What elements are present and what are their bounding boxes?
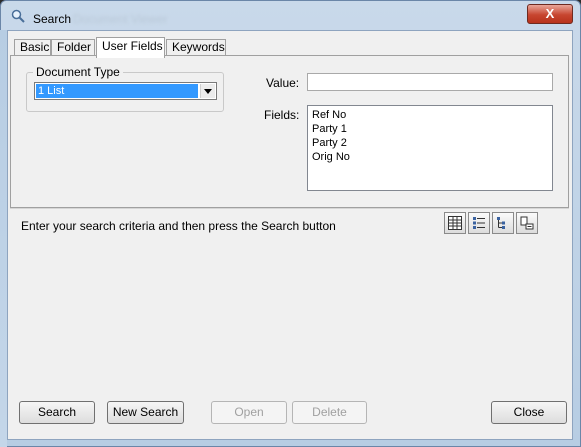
tree-view-button[interactable] [492,212,514,234]
details-view-button[interactable] [444,212,466,234]
open-button[interactable]: Open [211,401,287,424]
document-type-value: 1 List [36,84,198,98]
list-item[interactable]: Orig No [312,150,548,164]
tree-view-icon [497,217,505,229]
panel-divider [10,208,569,209]
new-search-button[interactable]: New Search [107,401,184,424]
list-item[interactable]: Ref No [312,108,548,122]
instruction-text: Enter your search criteria and then pres… [21,219,336,233]
magnifier-icon [11,9,25,23]
tab-user-fields[interactable]: User Fields [96,37,165,58]
dialog-client-area: Basic Folder User Fields Keywords Docume… [7,30,573,440]
fields-label: Fields: [264,108,300,122]
tab-basic[interactable]: Basic [14,39,51,56]
preview-icon [520,216,534,230]
delete-button[interactable]: Delete [292,401,367,424]
value-label: Value: [266,76,300,90]
close-icon: X [545,6,555,21]
window-title: Search [33,12,72,26]
preview-button[interactable] [516,212,538,234]
document-type-select[interactable]: 1 List [34,82,217,100]
search-button[interactable]: Search [19,401,95,424]
title-bar[interactable]: Search Document Viewer X [1,1,580,31]
list-item[interactable]: Party 1 [312,122,548,136]
fields-listbox[interactable]: Ref No Party 1 Party 2 Orig No [307,105,553,191]
list-view-icon [473,217,485,229]
tab-folder[interactable]: Folder [51,39,95,56]
window-title-suffix: Document Viewer [73,12,168,26]
window-frame-left [0,30,7,447]
user-fields-panel: Document Type 1 List Value: Fields: Ref … [10,55,569,208]
document-type-group: Document Type 1 List [26,65,224,112]
window-close-button[interactable]: X [527,4,573,24]
list-view-button[interactable] [468,212,490,234]
tab-keywords[interactable]: Keywords [166,39,226,56]
value-input[interactable] [307,73,553,91]
list-item[interactable]: Party 2 [312,136,548,150]
close-button[interactable]: Close [491,401,567,424]
chevron-down-icon[interactable] [200,84,215,98]
document-type-label: Document Type [33,65,123,79]
details-view-icon [448,216,462,230]
